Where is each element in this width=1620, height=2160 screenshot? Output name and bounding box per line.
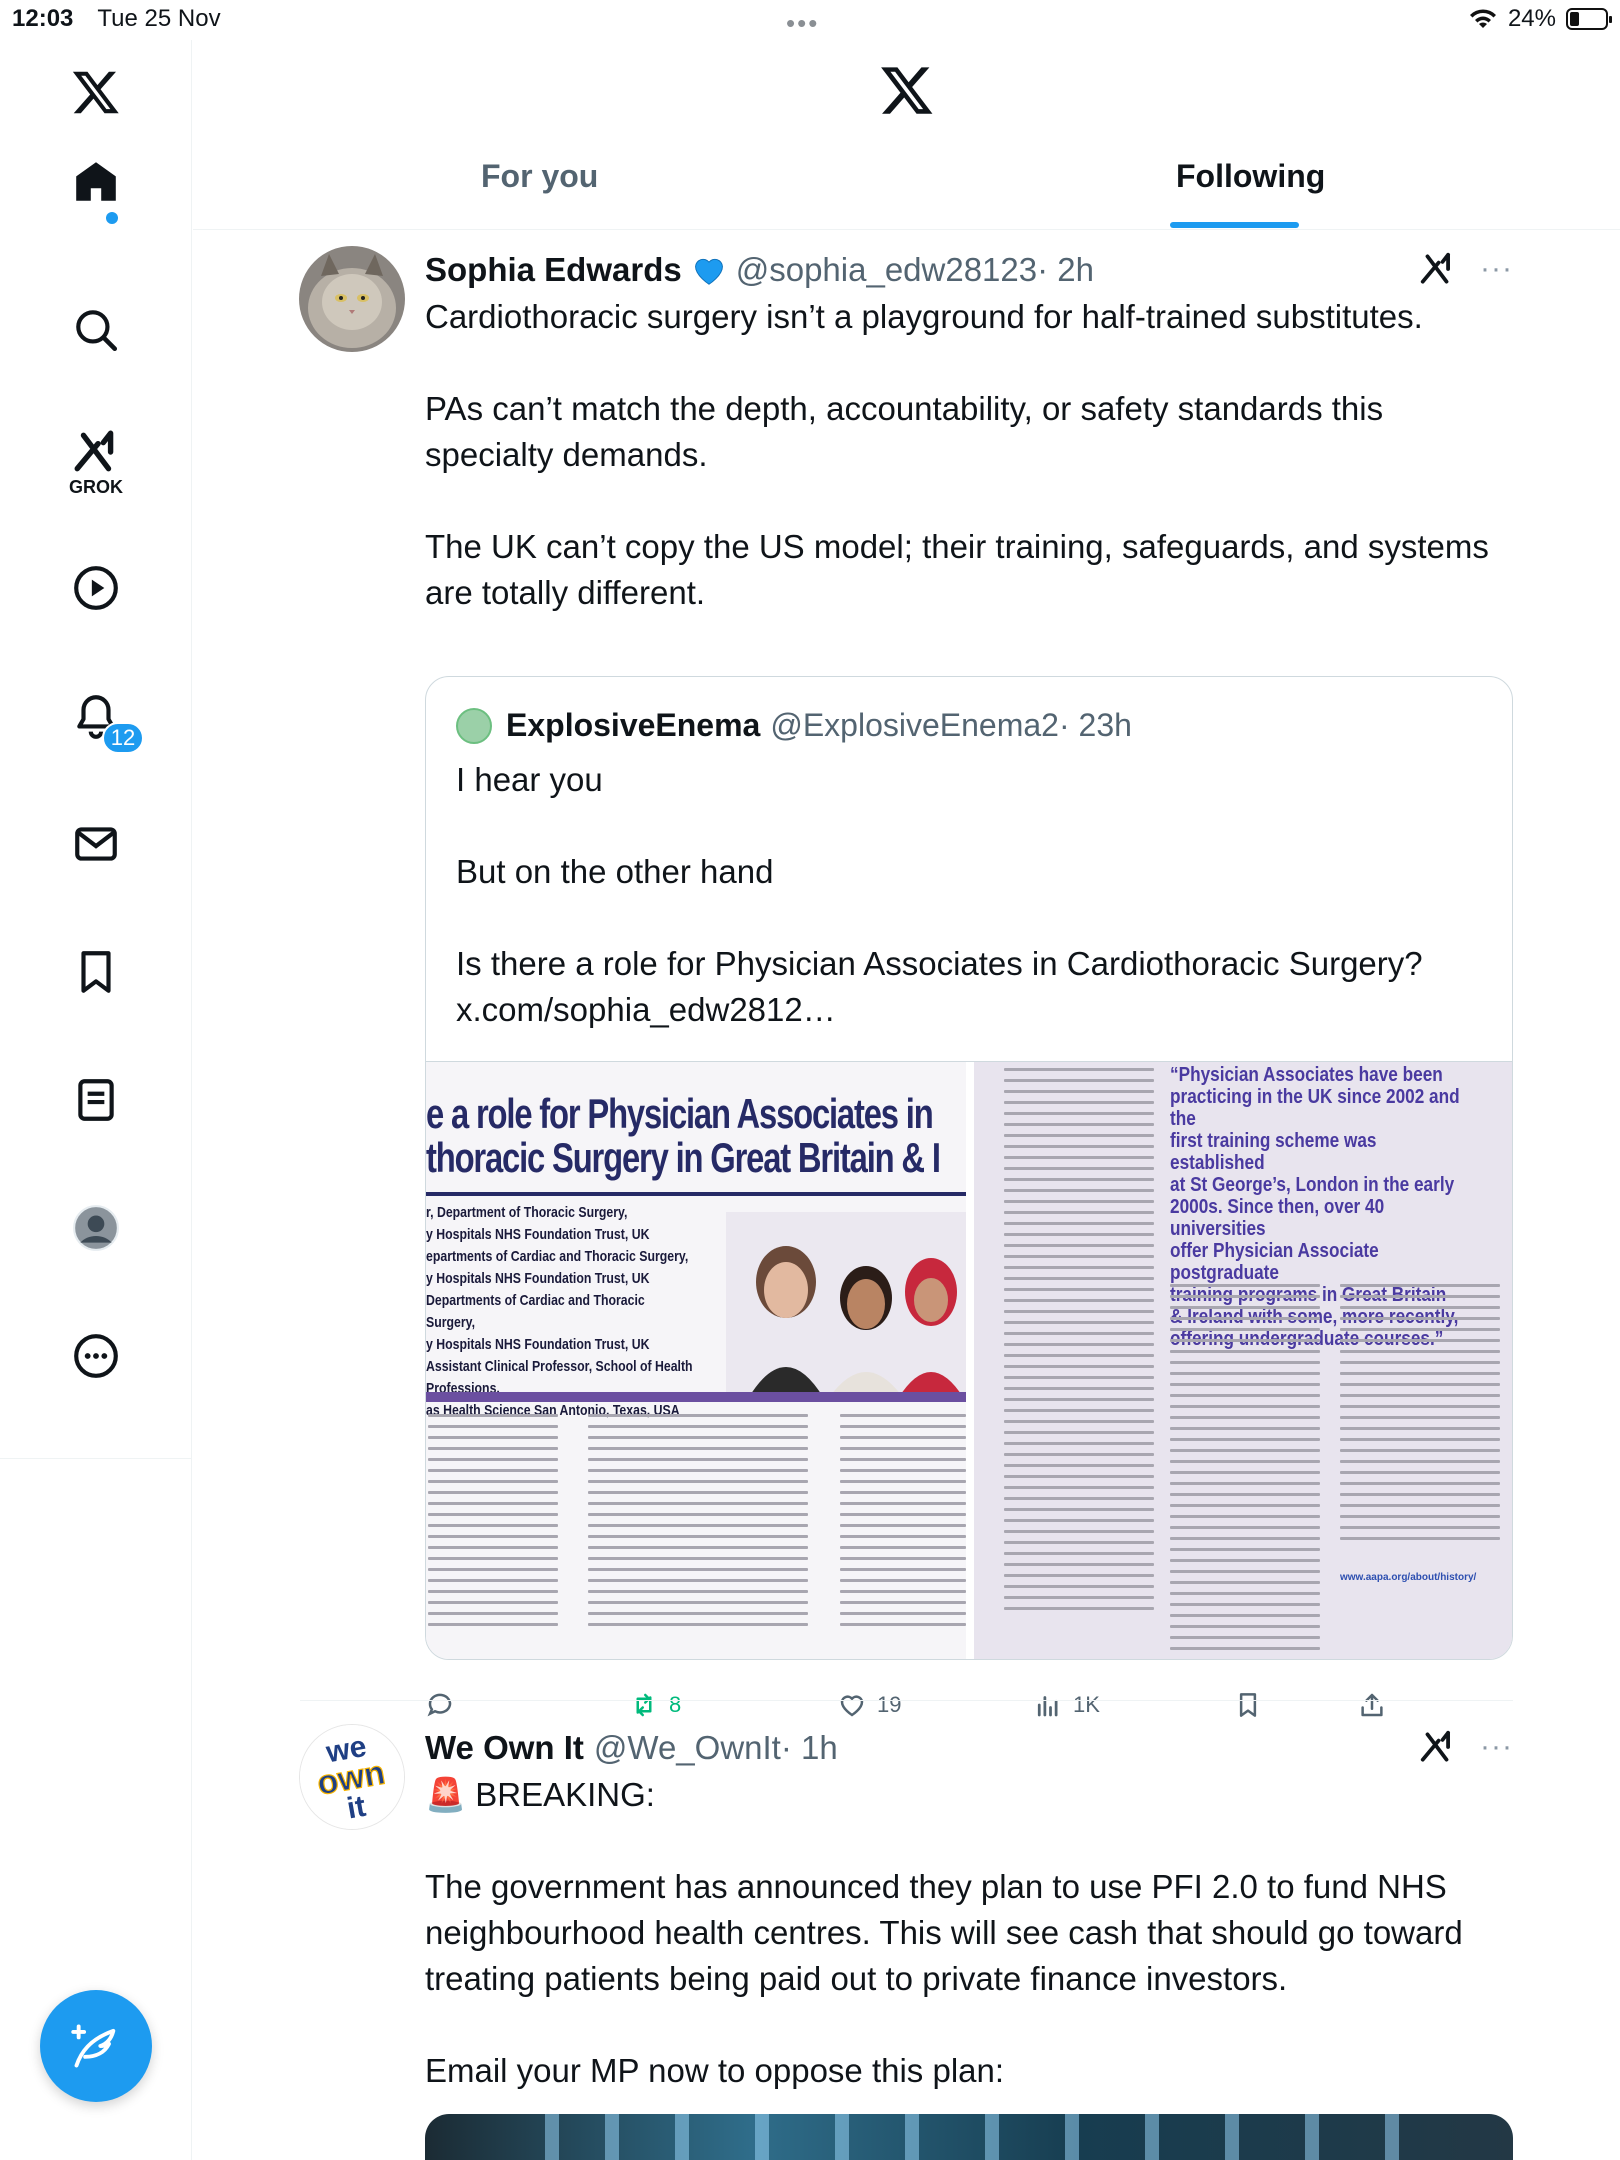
share-icon <box>1361 1693 1383 1717</box>
article-column-5 <box>1170 1284 1320 1658</box>
quote-media-images[interactable]: e a role for Physician Associates in tho… <box>426 1061 1512 1659</box>
article-column-4 <box>1004 1068 1154 1618</box>
share-button[interactable] <box>1357 1690 1387 1720</box>
article-column-2 <box>588 1414 808 1634</box>
wifi-icon <box>1469 9 1496 28</box>
tab-for-you[interactable]: For you <box>481 158 598 230</box>
bookmark-icon[interactable] <box>66 942 126 1002</box>
tweet-media-image[interactable] <box>425 2114 1513 2160</box>
status-bar: 12:03 Tue 25 Nov ••• 24% <box>0 0 1620 40</box>
more-options-icon[interactable] <box>66 1326 126 1386</box>
bookmark-outline-icon <box>1239 1693 1257 1717</box>
author-avatar[interactable]: we own it <box>299 1724 405 1830</box>
grok-explain-icon[interactable] <box>1418 1728 1456 1766</box>
author-name[interactable]: Sophia Edwards <box>425 251 682 289</box>
home-icon[interactable] <box>66 152 126 212</box>
compose-feather-icon <box>71 2024 116 2068</box>
list-icon[interactable] <box>66 1070 126 1130</box>
more-menu-icon[interactable]: ··· <box>1480 1730 1513 1764</box>
video-icon[interactable] <box>66 558 126 618</box>
tweet-text: Cardiothoracic surgery isn’t a playgroun… <box>425 298 1489 611</box>
like-button[interactable]: 19 <box>837 1690 1033 1720</box>
author-avatar[interactable] <box>299 246 405 352</box>
profile-avatar-icon[interactable] <box>66 1198 126 1258</box>
article-image-1[interactable]: e a role for Physician Associates in tho… <box>426 1062 966 1659</box>
home-unread-dot <box>106 212 118 224</box>
more-menu-icon[interactable]: ··· <box>1480 252 1513 286</box>
repost-icon <box>636 1693 652 1717</box>
reply-icon <box>427 1693 452 1717</box>
notifications-badge: 12 <box>102 722 144 754</box>
battery-percent: 24% <box>1507 5 1556 32</box>
status-date: Tue 25 Nov <box>97 5 221 32</box>
blue-heart-icon <box>694 258 723 285</box>
x-header-logo-icon[interactable] <box>879 62 935 118</box>
grok-explain-icon[interactable] <box>1418 250 1456 288</box>
article-image-2[interactable]: “Physician Associates have been practici… <box>974 1062 1512 1659</box>
author-handle[interactable]: @We_OwnIt <box>594 1729 781 1767</box>
active-tab-indicator <box>1170 222 1299 228</box>
article-title: e a role for Physician Associates in tho… <box>426 1090 941 1181</box>
quote-author-name: ExplosiveEnema <box>506 707 761 743</box>
multitasking-dots[interactable]: ••• <box>786 8 819 39</box>
sidebar-divider <box>0 1458 192 1459</box>
tweet-text: 🚨 BREAKING: The government has announced… <box>425 1776 1463 2089</box>
media-gap <box>966 1062 974 1659</box>
tweet-time[interactable]: · 2h <box>1037 251 1094 289</box>
article-divider-band <box>426 1392 966 1402</box>
tweet-action-bar: 8 19 1K <box>425 1690 1425 1720</box>
quote-text: I hear you But on the other hand Is ther… <box>456 761 1423 1028</box>
tweet-divider <box>300 1700 1513 1701</box>
heart-icon <box>840 1695 864 1717</box>
tweet-time[interactable]: · 1h <box>781 1729 838 1767</box>
status-time: 12:03 <box>12 5 74 32</box>
reply-button[interactable] <box>425 1690 629 1720</box>
article-reference-link: www.aapa.org/about/history/ <box>1340 1572 1477 1583</box>
article-title-rule <box>426 1192 966 1196</box>
mail-icon[interactable] <box>66 814 126 874</box>
article-column-6 <box>1340 1284 1500 1548</box>
author-photos <box>726 1212 966 1402</box>
author-handle[interactable]: @sophia_edw28123 <box>736 251 1037 289</box>
grok-icon[interactable] <box>66 422 126 482</box>
x-logo-icon[interactable] <box>66 62 126 122</box>
article-column-1 <box>428 1414 558 1634</box>
article-column-3 <box>840 1414 966 1634</box>
search-icon[interactable] <box>66 300 126 360</box>
views-chart-icon <box>1037 1696 1058 1717</box>
timeline-header: For you Following <box>193 40 1620 230</box>
views-count: 1K <box>1073 1692 1100 1717</box>
views-button[interactable]: 1K <box>1033 1690 1233 1720</box>
grok-label: GROK <box>69 477 123 497</box>
quote-author-avatar[interactable] <box>456 707 492 744</box>
quote-time: · 23h <box>1058 707 1132 743</box>
battery-icon <box>1566 8 1612 30</box>
tab-following[interactable]: Following <box>1176 158 1325 230</box>
article-affiliations: r, Department of Thoracic Surgery, y Hos… <box>426 1204 693 1419</box>
author-name[interactable]: We Own It <box>425 1729 584 1767</box>
quote-author-handle: @ExplosiveEnema2 <box>770 707 1059 743</box>
like-count: 19 <box>877 1692 902 1717</box>
repost-button[interactable]: 8 <box>629 1690 837 1720</box>
compose-post-button[interactable] <box>40 1990 152 2102</box>
repost-count: 8 <box>669 1692 682 1717</box>
sidebar: GROK 12 <box>0 40 192 2160</box>
bookmark-button[interactable] <box>1233 1690 1357 1720</box>
quoted-tweet[interactable]: ExplosiveEnema @ExplosiveEnema2 · 23h I … <box>425 676 1513 1660</box>
